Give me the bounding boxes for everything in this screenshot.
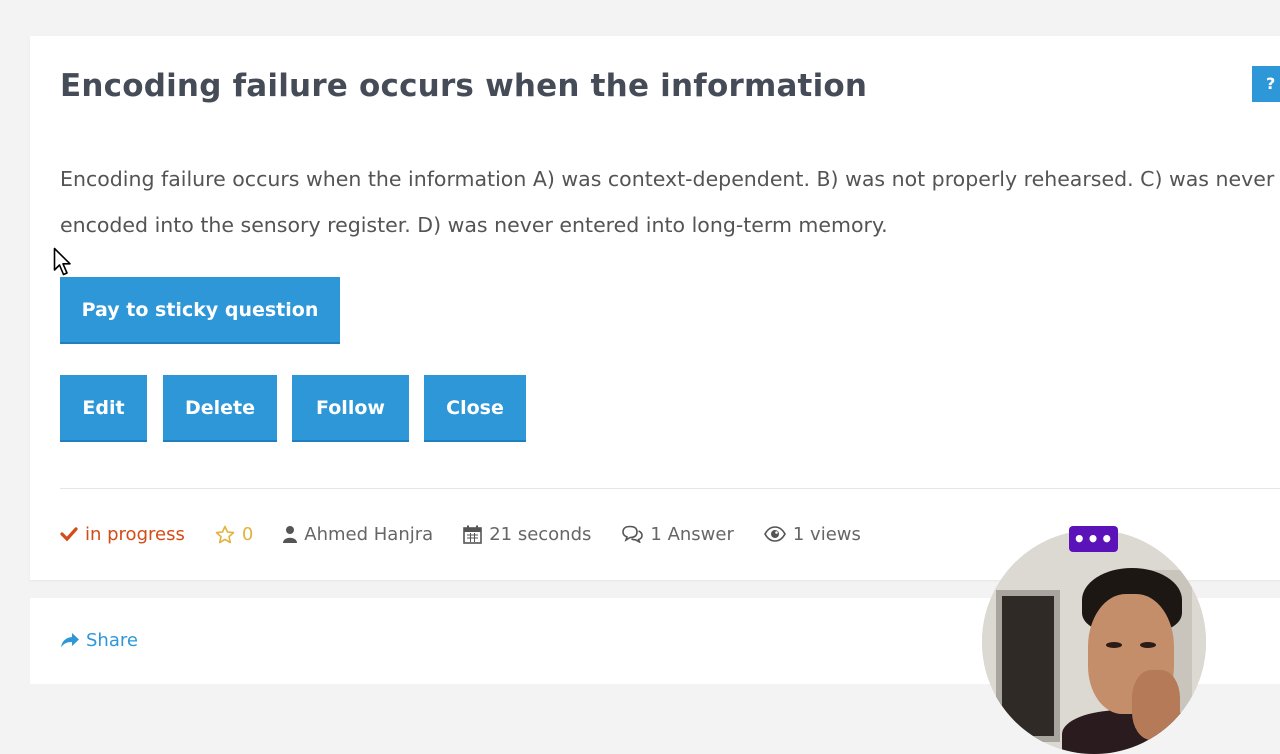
- star-icon: [215, 525, 235, 543]
- answer-count[interactable]: 1 Answer: [621, 523, 734, 545]
- help-button[interactable]: ?: [1252, 66, 1280, 102]
- author[interactable]: Ahmed Hanjra: [283, 524, 433, 545]
- webcam-overlay: [982, 530, 1206, 754]
- author-name: Ahmed Hanjra: [304, 523, 434, 545]
- vote-number: 0: [241, 523, 254, 545]
- delete-button[interactable]: Delete: [163, 375, 277, 442]
- follow-button[interactable]: Follow: [292, 375, 409, 442]
- check-icon: [60, 527, 78, 542]
- user-icon: [283, 526, 298, 543]
- comments-icon: [622, 525, 644, 543]
- views-text: 1 views: [792, 523, 861, 545]
- view-count: 1 views: [763, 523, 861, 545]
- divider: [60, 488, 1280, 489]
- more-options-button[interactable]: •••: [1069, 526, 1118, 552]
- share-label: Share: [86, 630, 138, 651]
- status-badge: in progress: [60, 524, 185, 545]
- answer-text: 1 Answer: [650, 523, 734, 545]
- edit-button[interactable]: Edit: [60, 375, 147, 442]
- time-text: 21 seconds: [489, 523, 592, 545]
- mouse-cursor-icon: [53, 247, 71, 276]
- question-meta: in progress 0 Ahmed Hanjra 21 seconds 1 …: [60, 520, 891, 548]
- status-text: in progress: [85, 523, 185, 545]
- share-icon: [61, 633, 79, 648]
- vote-count[interactable]: 0: [215, 524, 253, 545]
- calendar-icon: [463, 525, 482, 544]
- question-title: Encoding failure occurs when the informa…: [60, 68, 868, 104]
- question-body: Encoding failure occurs when the informa…: [60, 167, 1275, 237]
- pay-to-sticky-button[interactable]: Pay to sticky question: [60, 277, 340, 344]
- close-button[interactable]: Close: [424, 375, 526, 442]
- share-link[interactable]: Share: [60, 630, 138, 651]
- post-time: 21 seconds: [463, 524, 591, 545]
- eye-icon: [763, 526, 786, 542]
